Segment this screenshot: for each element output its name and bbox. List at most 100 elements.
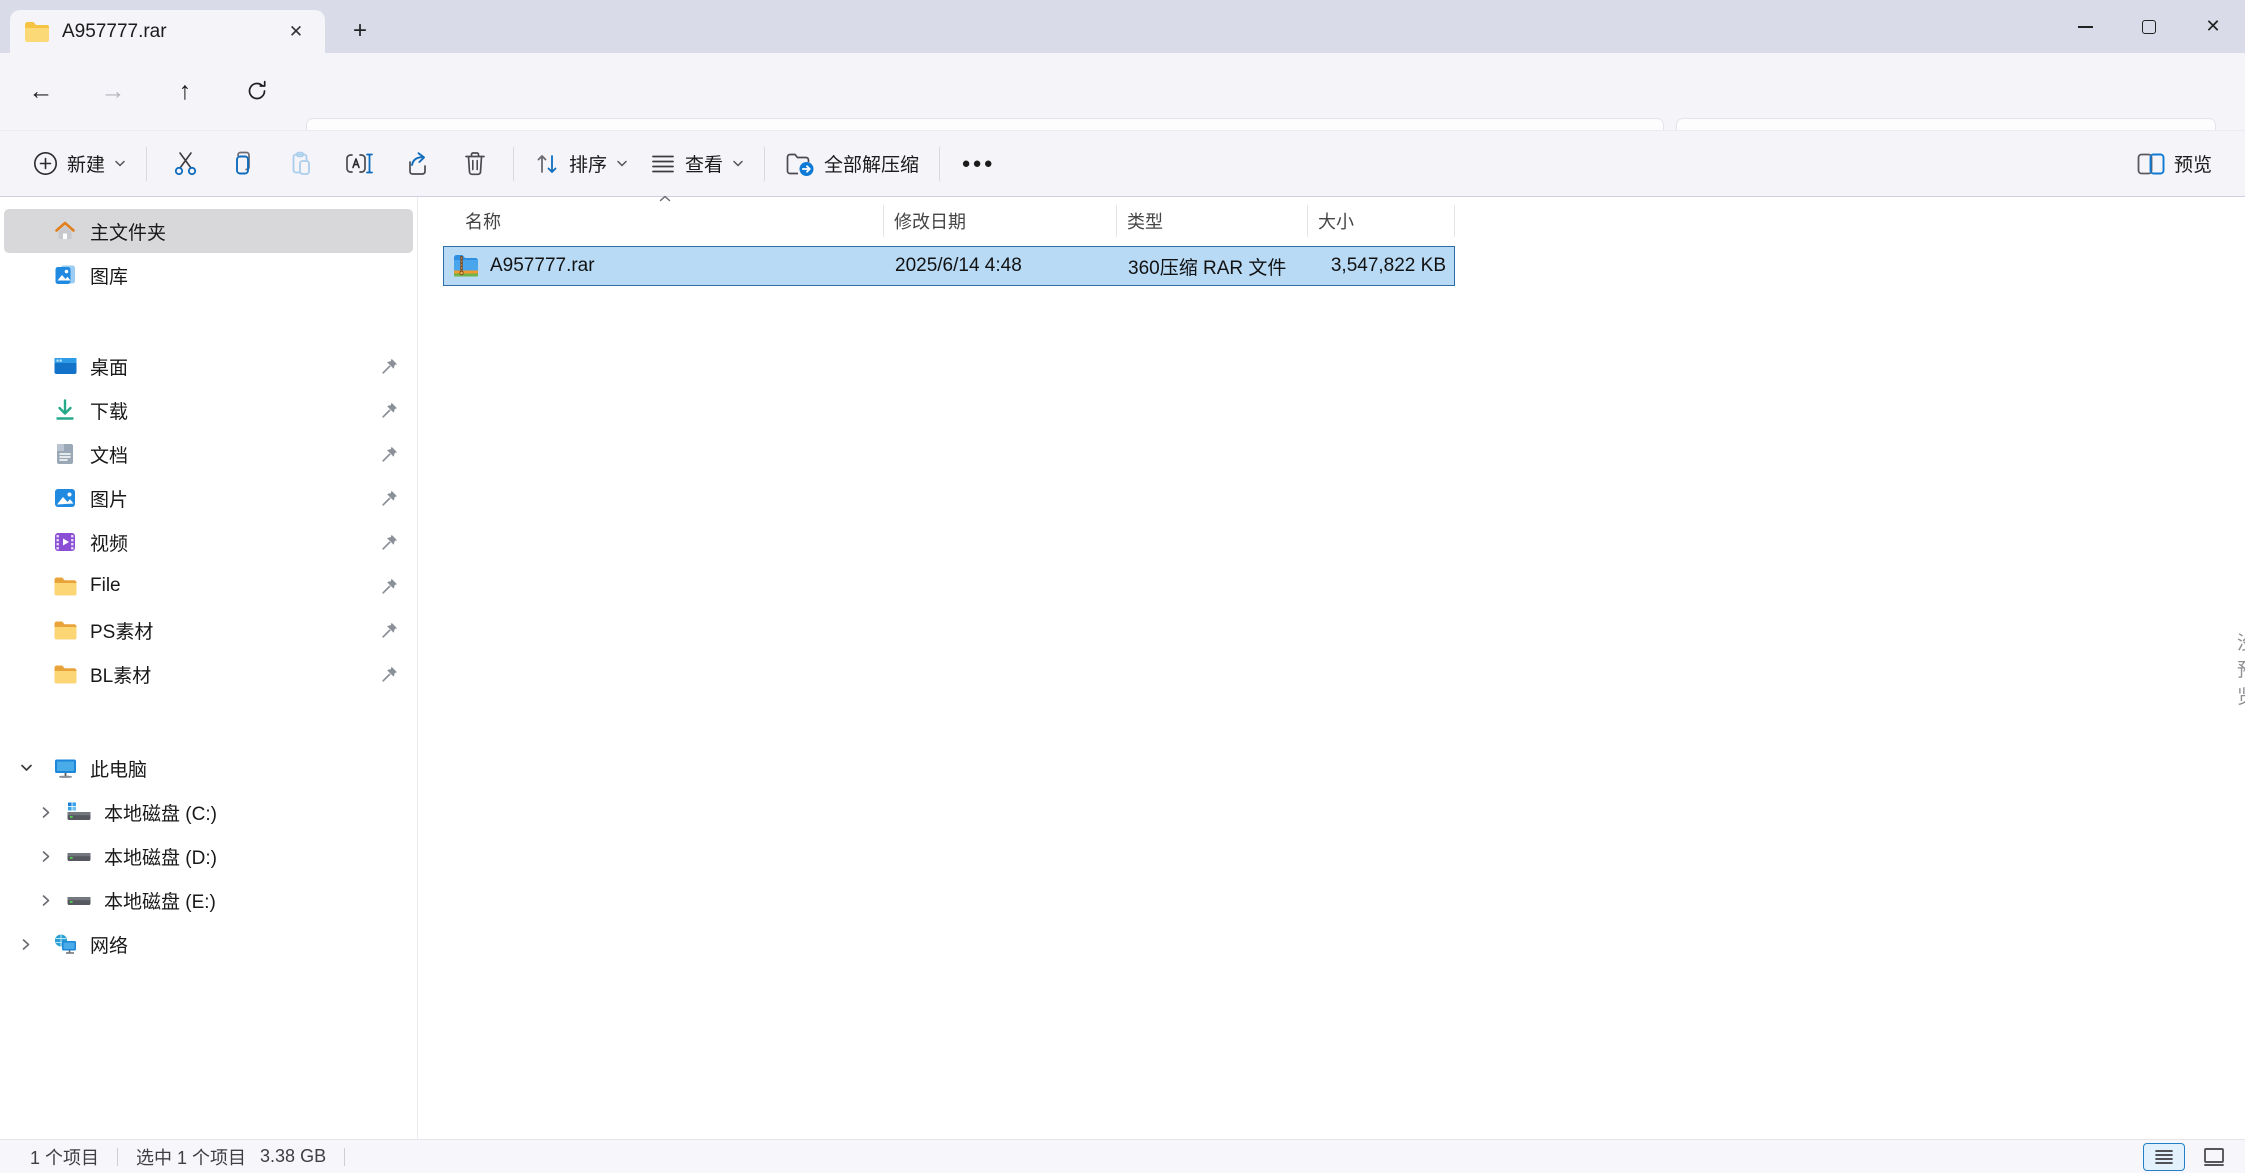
new-button[interactable]: 新建: [22, 140, 137, 188]
up-button[interactable]: ↑: [162, 68, 208, 114]
preview-toggle-label: 预览: [2173, 155, 2212, 176]
item-count: 1 个项目: [30, 1147, 100, 1168]
back-button[interactable]: ←: [18, 68, 64, 114]
content-area: 主文件夹 图库 桌面 下载 文档 图片 视频 File PS素材 BL素材 此电…: [0, 195, 2245, 1139]
large-thumbnails-view-button[interactable]: [2193, 1143, 2235, 1171]
gallery-icon: [52, 262, 78, 288]
preview-toggle-button[interactable]: 预览: [2126, 140, 2223, 188]
sidebar-item-label: 图库: [90, 266, 129, 288]
selection-size: 3.38 GB: [260, 1146, 327, 1166]
copy-icon: [235, 151, 250, 175]
column-header-size[interactable]: 大小: [1308, 205, 1455, 237]
sidebar-item-drive-e[interactable]: 本地磁盘 (E:): [4, 878, 413, 922]
pin-icon: [381, 357, 399, 375]
pin-icon: [381, 621, 399, 639]
sidebar-item-label: 图片: [90, 489, 129, 511]
tab-close-icon[interactable]: ✕: [281, 17, 311, 47]
plus-circle-icon: [34, 152, 57, 175]
column-header-modified[interactable]: 修改日期: [884, 205, 1117, 237]
rename-button[interactable]: [330, 140, 388, 188]
column-header-name[interactable]: 名称: [443, 195, 884, 237]
tab-title: A957777.rar: [62, 20, 167, 42]
column-header-type[interactable]: 类型: [1117, 205, 1308, 237]
view-button-label: 查看: [685, 155, 724, 176]
file-row-selected[interactable]: A957777.rar 2025/6/14 4:48 360压缩 RAR 文件 …: [443, 246, 1455, 286]
sort-button[interactable]: 排序: [523, 140, 639, 188]
sidebar-item-this-pc[interactable]: 此电脑: [4, 746, 413, 790]
status-divider: [117, 1147, 119, 1166]
share-button[interactable]: [388, 140, 446, 188]
file-name-cell: A957777.rar: [444, 247, 885, 285]
close-button[interactable]: ✕: [2181, 0, 2245, 53]
large-thumbnails-icon: [2204, 1147, 2224, 1166]
sidebar-item-videos[interactable]: 视频: [4, 520, 413, 564]
refresh-icon: [248, 80, 266, 100]
pictures-icon: [52, 485, 78, 511]
sidebar-item-desktop[interactable]: 桌面: [4, 344, 413, 388]
minimize-button[interactable]: [2053, 0, 2117, 53]
sidebar-item-label: 本地磁盘 (E:): [104, 891, 216, 913]
sidebar-item-file-folder[interactable]: File: [4, 564, 413, 608]
chevron-collapsed-icon[interactable]: [38, 804, 54, 820]
sidebar-item-documents[interactable]: 文档: [4, 432, 413, 476]
extract-archive-icon: [786, 153, 814, 176]
sidebar-item-label: 主文件夹: [90, 222, 167, 244]
drive-c-icon: [66, 799, 92, 825]
no-preview-text: 没有预览。: [2237, 628, 2245, 709]
sidebar-item-home[interactable]: 主文件夹: [4, 209, 413, 253]
paste-icon: [292, 151, 310, 175]
sidebar-item-pictures[interactable]: 图片: [4, 476, 413, 520]
folder-icon: [52, 617, 78, 643]
details-view-button[interactable]: [2143, 1142, 2185, 1171]
tab-a957777[interactable]: A957777.rar ✕: [10, 10, 325, 53]
status-divider: [344, 1147, 346, 1166]
cut-button[interactable]: [156, 140, 214, 188]
chevron-expanded-icon[interactable]: [18, 760, 34, 776]
sort-icon: [537, 154, 557, 173]
paste-button: [272, 140, 330, 188]
pin-icon: [381, 533, 399, 551]
folder-icon: [52, 661, 78, 687]
navigation-bar: ← → ↑ A957777 A957777.rar: [0, 53, 2245, 166]
chevron-collapsed-icon[interactable]: [18, 936, 34, 952]
extract-all-button[interactable]: 全部解压缩: [774, 140, 930, 188]
view-toggles: [2143, 1142, 2235, 1171]
copy-button[interactable]: [214, 140, 272, 188]
pin-icon: [381, 401, 399, 419]
chevron-collapsed-icon[interactable]: [38, 848, 54, 864]
sidebar-item-label: 本地磁盘 (D:): [104, 847, 217, 869]
chevron-collapsed-icon[interactable]: [38, 892, 54, 908]
status-bar: 1 个项目 选中 1 个项目 3.38 GB: [0, 1139, 2245, 1173]
command-toolbar: 新建 排序 查看 全部解压缩 ●●● 预览: [0, 130, 2245, 197]
pin-icon: [381, 489, 399, 507]
delete-button[interactable]: [446, 140, 504, 188]
view-button[interactable]: 查看: [639, 140, 755, 188]
preview-pane-icon: [2137, 153, 2165, 174]
sidebar-item-bl-folder[interactable]: BL素材: [4, 652, 413, 696]
sidebar-item-drive-c[interactable]: 本地磁盘 (C:): [4, 790, 413, 834]
sidebar-item-network[interactable]: 网络: [4, 922, 413, 966]
sidebar-item-gallery[interactable]: 图库: [4, 253, 413, 297]
toolbar-divider: [939, 146, 941, 181]
trash-icon: [465, 152, 485, 176]
file-explorer-window: A957777.rar ✕ + ✕ ← → ↑ A957777 A957777.…: [0, 0, 2245, 1173]
new-button-label: 新建: [67, 155, 106, 176]
selection-count: 选中 1 个项目: [136, 1147, 247, 1168]
sidebar-item-drive-d[interactable]: 本地磁盘 (D:): [4, 834, 413, 878]
download-icon: [52, 397, 78, 423]
sidebar-item-downloads[interactable]: 下载: [4, 388, 413, 432]
file-type-cell: 360压缩 RAR 文件: [1128, 257, 1287, 279]
refresh-button[interactable]: [234, 68, 280, 114]
rename-icon: [346, 153, 373, 174]
sidebar-item-ps-folder[interactable]: PS素材: [4, 608, 413, 652]
more-options-button[interactable]: ●●●: [949, 140, 1007, 188]
home-icon: [52, 218, 78, 244]
sidebar-item-label: 网络: [90, 935, 129, 957]
sort-ascending-icon: [658, 194, 672, 203]
new-tab-button[interactable]: +: [342, 14, 378, 48]
this-pc-icon: [52, 755, 78, 781]
maximize-button[interactable]: [2117, 0, 2181, 53]
pin-icon: [381, 577, 399, 595]
